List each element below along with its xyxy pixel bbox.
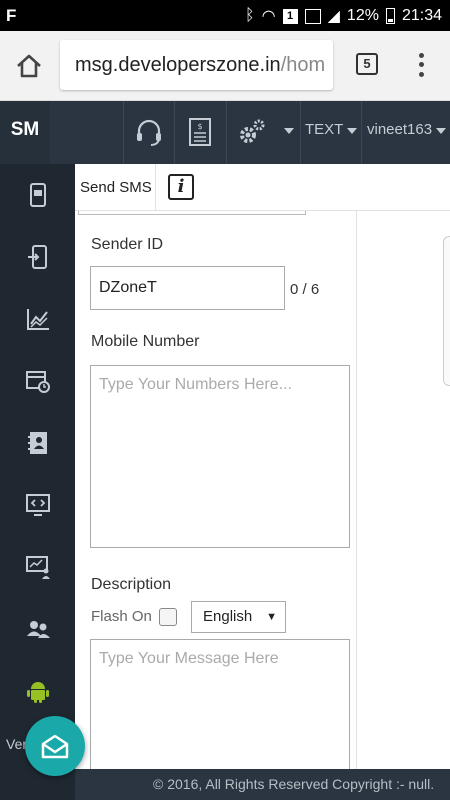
home-icon[interactable]: [14, 51, 44, 81]
top-navbar: SM $ TEXT vineet163: [0, 101, 450, 164]
sidebar-item-reports[interactable]: [0, 288, 75, 350]
sidebar-item-users[interactable]: [0, 598, 75, 660]
message-textarea[interactable]: Type Your Message Here: [90, 639, 350, 769]
message-placeholder: Type Your Message Here: [99, 650, 279, 667]
browser-toolbar: msg.developerszone.in/hom 5: [0, 31, 450, 101]
sidebar-item-mobile[interactable]: [0, 226, 75, 288]
signal-triangle-icon: ◢: [327, 8, 340, 25]
tab-bar: Send SMS i: [75, 164, 450, 211]
brand-logo[interactable]: SM: [0, 101, 50, 164]
user-menu[interactable]: vineet163: [367, 121, 432, 138]
sidebar-item-schedule[interactable]: [0, 350, 75, 412]
envelope-open-icon: [41, 734, 69, 759]
message-fab-button[interactable]: [25, 716, 85, 776]
mobile-number-label: Mobile Number: [91, 333, 200, 350]
sender-id-label: Sender ID: [91, 236, 164, 253]
wifi-icon: ◠: [261, 8, 276, 25]
address-bar[interactable]: msg.developerszone.in/hom: [60, 40, 333, 90]
language-select[interactable]: English ▼: [191, 601, 286, 633]
phone-message-icon: [29, 183, 46, 207]
user-dropdown-caret[interactable]: [436, 128, 446, 134]
support-headset-icon[interactable]: [133, 116, 165, 148]
tab-switcher-button[interactable]: 5: [356, 53, 378, 75]
send-sms-form: Sender ID DZoneT 0 / 6 Mobile Number Typ…: [75, 211, 357, 769]
description-label: Description: [91, 576, 172, 593]
sidebar-item-android[interactable]: [0, 660, 75, 722]
android-icon: [26, 682, 49, 703]
select-arrow-icon: ▼: [266, 611, 277, 623]
mode-dropdown-caret[interactable]: [347, 128, 357, 134]
language-select-value: English: [203, 608, 253, 625]
browser-menu-icon[interactable]: [414, 51, 428, 79]
flash-on-checkbox[interactable]: [159, 608, 177, 626]
monitor-code-icon: [25, 494, 50, 516]
line-chart-icon: [26, 309, 49, 330]
status-icons: ᛒ ◠ 1 ◢ 12% 21:34: [245, 6, 442, 26]
notification-count-badge: 1: [282, 8, 298, 24]
tab-send-sms[interactable]: Send SMS: [75, 164, 156, 211]
presentation-icon: [25, 556, 50, 579]
sender-id-input[interactable]: DZoneT: [90, 266, 285, 310]
address-book-icon: [27, 432, 47, 454]
sidebar-item-sms[interactable]: [0, 164, 75, 226]
url-host: msg.developerszone.in: [75, 54, 281, 76]
battery-text: 12%: [346, 7, 379, 24]
mode-selector[interactable]: TEXT: [305, 121, 343, 138]
settings-gears-icon[interactable]: [236, 116, 268, 148]
bluetooth-icon: ᛒ: [245, 7, 255, 24]
main-content: Send SMS i Sender ID DZoneT 0 / 6 Mobile…: [75, 164, 450, 769]
mobile-number-textarea[interactable]: Type Your Numbers Here...: [90, 365, 350, 548]
cutoff-input[interactable]: [78, 211, 306, 215]
app-notification-icon: F: [6, 6, 17, 25]
sidebar-item-contacts[interactable]: [0, 412, 75, 474]
sender-id-counter: 0 / 6: [290, 281, 320, 298]
status-bar: F ᛒ ◠ 1 ◢ 12% 21:34: [0, 0, 450, 31]
mobile-number-placeholder: Type Your Numbers Here...: [99, 376, 292, 393]
settings-dropdown-caret[interactable]: [284, 128, 294, 134]
sidebar-partial-label: Ver: [6, 736, 28, 752]
users-icon: [26, 621, 50, 638]
footer-copyright: © 2016, All Rights Reserved Copyright :-…: [75, 769, 450, 800]
panel-scroll-handle[interactable]: [443, 236, 450, 386]
sidebar-item-developer[interactable]: [0, 474, 75, 536]
battery-icon: [385, 8, 395, 24]
sidebar-item-presentation[interactable]: [0, 536, 75, 598]
sidebar: [0, 164, 75, 800]
info-icon[interactable]: i: [168, 174, 194, 200]
invoice-icon[interactable]: $: [184, 116, 216, 148]
flash-on-label: Flash On: [91, 608, 152, 625]
calendar-clock-icon: [25, 371, 50, 393]
svg-text:$: $: [197, 122, 202, 131]
phone-transfer-icon: [27, 245, 47, 269]
url-path: /hom: [280, 54, 326, 76]
clock: 21:34: [401, 7, 442, 24]
signal-icon: [304, 8, 321, 24]
side-panel: [357, 211, 450, 769]
